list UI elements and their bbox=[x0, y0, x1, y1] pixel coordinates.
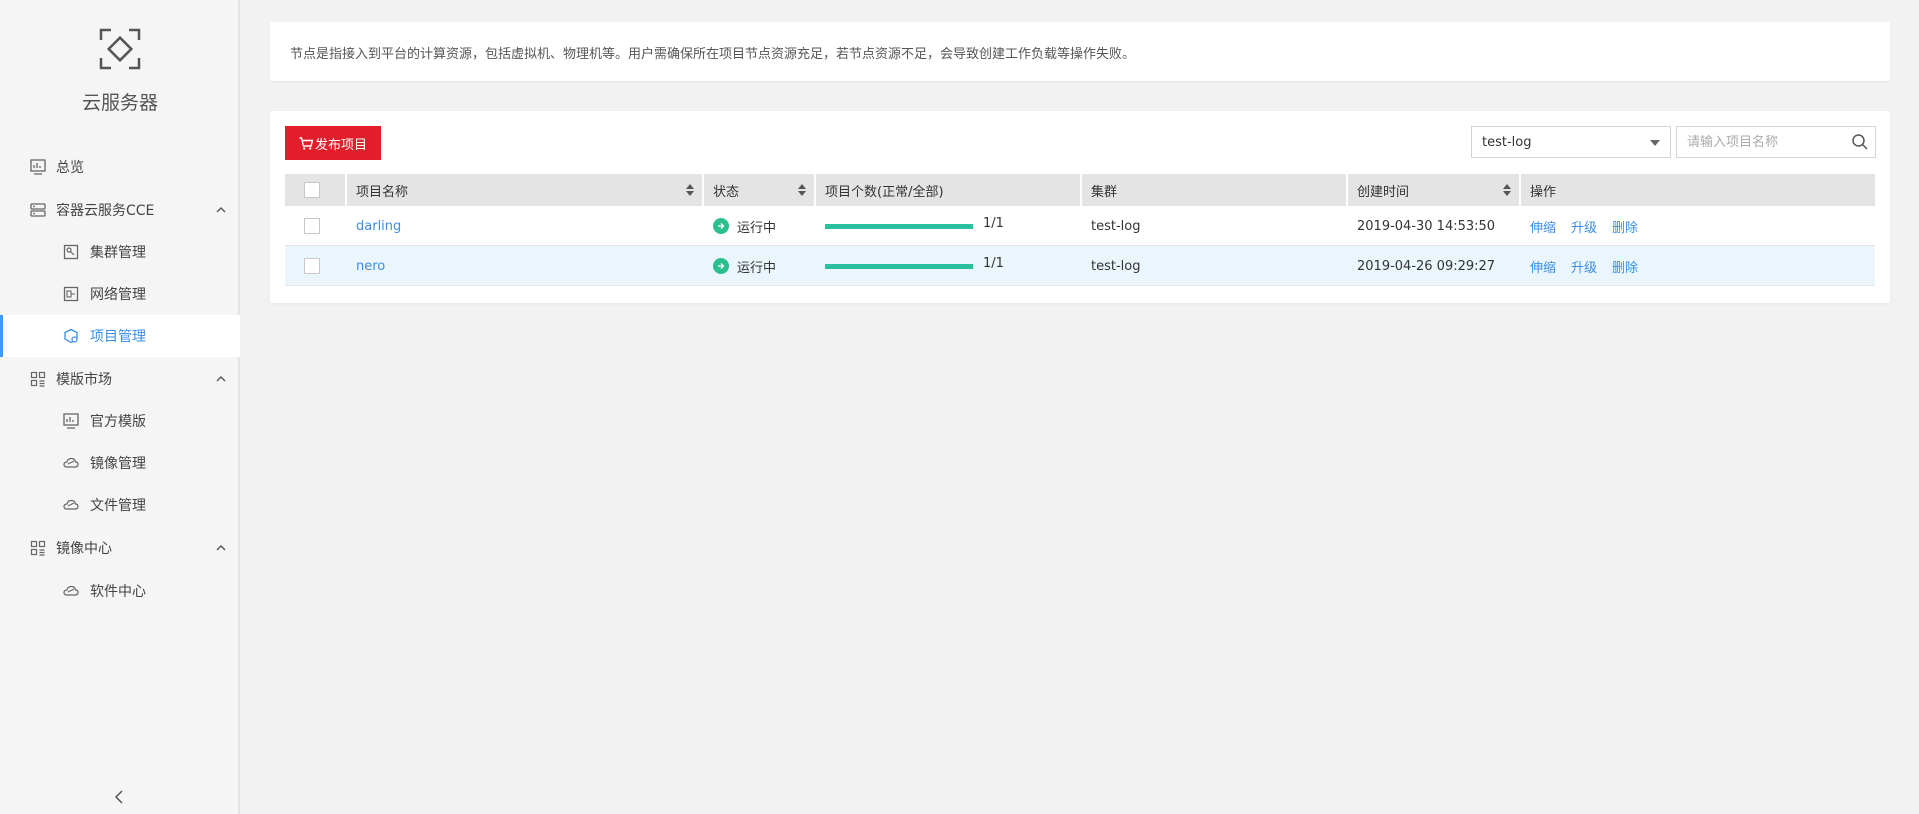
header-cluster: 集群 bbox=[1082, 174, 1348, 206]
cloud-icon bbox=[62, 454, 80, 472]
progress-fill bbox=[825, 223, 973, 229]
search-input[interactable] bbox=[1677, 127, 1847, 157]
project-name-link[interactable]: nero bbox=[356, 259, 385, 274]
cluster-name: test-log bbox=[1091, 258, 1141, 274]
nav-project-management[interactable]: 项目管理 bbox=[0, 315, 240, 357]
header-select-cell bbox=[285, 174, 347, 206]
logo-icon bbox=[99, 28, 141, 70]
running-status-icon bbox=[713, 218, 729, 234]
nav-label: 网络管理 bbox=[90, 287, 146, 303]
publish-label: 发布项目 bbox=[314, 137, 367, 153]
sort-icon[interactable] bbox=[798, 184, 806, 196]
header-status[interactable]: 状态 bbox=[704, 174, 816, 206]
progress-fill bbox=[825, 263, 973, 269]
chevron-up-icon bbox=[216, 545, 226, 551]
nav-label: 镜像管理 bbox=[90, 456, 146, 472]
nav-label: 文件管理 bbox=[90, 498, 146, 514]
created-time: 2019-04-30 14:53:50 bbox=[1357, 218, 1496, 234]
nav-cce[interactable]: 容器云服务CCE bbox=[0, 189, 240, 231]
scale-button[interactable]: 伸缩 bbox=[1530, 217, 1556, 236]
cart-icon bbox=[299, 136, 313, 150]
select-all-checkbox[interactable] bbox=[304, 182, 320, 198]
collapse-sidebar-icon[interactable] bbox=[112, 789, 128, 805]
project-icon bbox=[62, 327, 80, 345]
nav-label: 镜像中心 bbox=[56, 541, 112, 557]
created-time: 2019-04-26 09:29:27 bbox=[1357, 258, 1496, 274]
caret-down-icon bbox=[1650, 140, 1660, 146]
table-header: 项目名称 状态 项目个数(正常/全部) 集群 创建时间 操作 bbox=[285, 174, 1875, 206]
nav-cluster-management[interactable]: 集群管理 bbox=[0, 231, 240, 273]
info-notice: 节点是指接入到平台的计算资源，包括虚拟机、物理机等。用户需确保所在项目节点资源充… bbox=[270, 22, 1890, 81]
cluster-icon bbox=[62, 243, 80, 261]
dashboard-icon bbox=[62, 412, 80, 430]
cluster-select-value: test-log bbox=[1482, 135, 1532, 150]
project-search bbox=[1676, 126, 1876, 158]
project-panel: 发布项目 test-log 项目名称 状态 项目个数(正常/全部) 集群 创建时… bbox=[270, 111, 1890, 303]
nav-image-center[interactable]: 镜像中心 bbox=[0, 527, 240, 569]
search-icon[interactable] bbox=[1851, 133, 1869, 151]
instance-count: 1/1 bbox=[983, 215, 1004, 231]
scale-button[interactable]: 伸缩 bbox=[1530, 257, 1556, 276]
grid-icon bbox=[29, 370, 47, 388]
nav-file-management[interactable]: 文件管理 bbox=[0, 484, 240, 526]
upgrade-button[interactable]: 升级 bbox=[1571, 257, 1597, 276]
instance-progress-bar bbox=[825, 263, 973, 269]
status-text: 运行中 bbox=[737, 220, 777, 236]
instance-progress-bar bbox=[825, 223, 973, 229]
nav-image-management[interactable]: 镜像管理 bbox=[0, 442, 240, 484]
sidebar: 云服务器 总览 容器云服务CCE 集群管理 网络管理 项目管理 模版市场 官方模… bbox=[0, 0, 240, 814]
chevron-up-icon bbox=[216, 376, 226, 382]
header-operations: 操作 bbox=[1530, 184, 1557, 200]
dashboard-icon bbox=[29, 158, 47, 176]
upgrade-button[interactable]: 升级 bbox=[1571, 217, 1597, 236]
delete-button[interactable]: 删除 bbox=[1612, 257, 1638, 276]
cluster-select[interactable]: test-log bbox=[1471, 126, 1671, 158]
sort-icon[interactable] bbox=[1503, 184, 1511, 196]
row-checkbox[interactable] bbox=[304, 218, 320, 234]
app-title: 云服务器 bbox=[81, 92, 158, 114]
nav-template-market[interactable]: 模版市场 bbox=[0, 358, 240, 400]
nav-official-templates[interactable]: 官方模版 bbox=[0, 400, 240, 442]
nav-label: 项目管理 bbox=[90, 329, 146, 345]
server-icon bbox=[29, 201, 47, 219]
network-icon bbox=[62, 285, 80, 303]
running-status-icon bbox=[713, 258, 729, 274]
cluster-name: test-log bbox=[1091, 218, 1141, 234]
nav-label: 官方模版 bbox=[90, 414, 146, 430]
nav-network-management[interactable]: 网络管理 bbox=[0, 273, 240, 315]
row-checkbox[interactable] bbox=[304, 258, 320, 274]
chevron-up-icon bbox=[216, 207, 226, 213]
nav-label: 集群管理 bbox=[90, 245, 146, 261]
header-created-time[interactable]: 创建时间 bbox=[1348, 174, 1521, 206]
project-name-link[interactable]: darling bbox=[356, 219, 401, 234]
nav-label: 模版市场 bbox=[56, 372, 112, 388]
status-text: 运行中 bbox=[737, 260, 777, 276]
nav-software-center[interactable]: 软件中心 bbox=[0, 570, 240, 612]
table-row: nero 运行中 1/1 test-log 2019-04-26 09:29:2… bbox=[285, 246, 1875, 286]
cloud-icon bbox=[62, 582, 80, 600]
instance-count: 1/1 bbox=[983, 255, 1004, 271]
sort-icon[interactable] bbox=[686, 184, 694, 196]
grid-icon bbox=[29, 539, 47, 557]
nav-label: 总览 bbox=[56, 160, 84, 176]
nav-overview[interactable]: 总览 bbox=[0, 146, 240, 188]
notice-text: 节点是指接入到平台的计算资源，包括虚拟机、物理机等。用户需确保所在项目节点资源充… bbox=[290, 47, 1136, 62]
header-project-count: 项目个数(正常/全部) bbox=[816, 174, 1082, 206]
publish-project-button[interactable]: 发布项目 bbox=[285, 126, 381, 160]
header-project-name[interactable]: 项目名称 bbox=[347, 174, 704, 206]
nav-label: 容器云服务CCE bbox=[56, 203, 155, 219]
delete-button[interactable]: 删除 bbox=[1612, 217, 1638, 236]
table-row: darling 运行中 1/1 test-log 2019-04-30 14:5… bbox=[285, 206, 1875, 246]
cloud-icon bbox=[62, 496, 80, 514]
nav-label: 软件中心 bbox=[90, 584, 146, 600]
